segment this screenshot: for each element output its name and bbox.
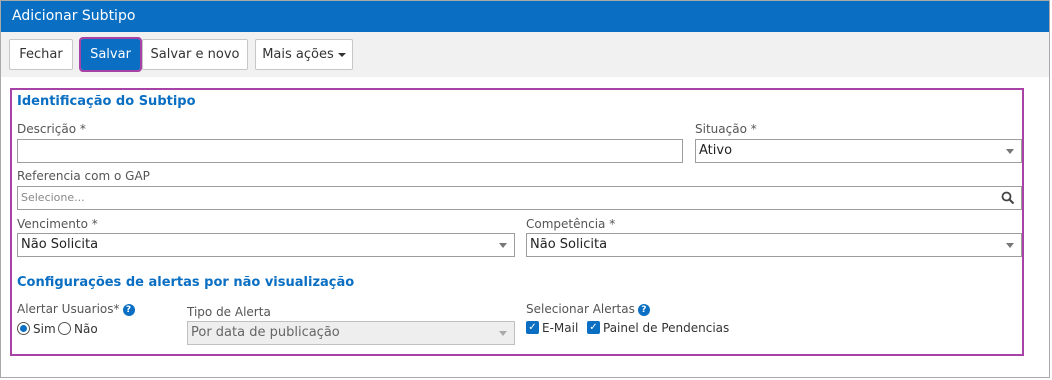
description-label: Descrição * (17, 122, 86, 136)
search-icon[interactable] (1001, 191, 1015, 205)
alert-type-select[interactable]: Por data de publicação (187, 321, 515, 345)
dropdown-arrow-icon (1006, 243, 1014, 248)
dropdown-arrow-icon (1006, 149, 1014, 154)
alert-type-label: Tipo de Alerta (187, 305, 271, 319)
competence-select[interactable]: Não Solicita (526, 233, 1022, 257)
alert-users-no-radio[interactable] (58, 322, 71, 335)
gap-search-input[interactable]: Selecione... (17, 186, 1022, 210)
gap-placeholder: Selecione... (21, 191, 85, 204)
save-button[interactable]: Salvar (79, 37, 142, 72)
alerts-section-title: Configurações de alertas por não visuali… (17, 275, 355, 290)
select-alerts-label: Selecionar Alertas (526, 302, 635, 316)
close-button[interactable]: Fechar (9, 39, 73, 70)
alert-users-label: Alertar Usuarios* (17, 302, 120, 316)
email-label[interactable]: E-Mail (542, 321, 578, 335)
dropdown-arrow-icon (499, 331, 507, 336)
toolbar: Fechar Salvar Salvar e novo Mais ações (1, 32, 1049, 77)
dropdown-arrow-icon (499, 243, 507, 248)
help-icon[interactable]: ? (637, 304, 650, 316)
save-and-new-button[interactable]: Salvar e novo (142, 39, 248, 70)
alert-type-value: Por data de publicação (191, 325, 340, 340)
competence-label: Competência * (526, 217, 616, 231)
select-alerts-label-row: Selecionar Alertas? (526, 302, 650, 316)
situation-value: Ativo (699, 143, 733, 158)
due-select[interactable]: Não Solicita (17, 233, 515, 257)
more-actions-label: Mais ações (262, 47, 334, 62)
due-label: Vencimento * (17, 217, 98, 231)
due-value: Não Solicita (21, 237, 99, 252)
pending-panel-label[interactable]: Painel de Pendencias (603, 321, 729, 335)
email-checkbox[interactable]: ✓ (526, 321, 539, 334)
alert-users-label-row: Alertar Usuarios*? (17, 302, 135, 316)
gap-label: Referencia com o GAP (17, 169, 150, 183)
more-actions-dropdown[interactable]: Mais ações (255, 39, 353, 70)
competence-value: Não Solicita (530, 237, 608, 252)
subtype-form: Identificação do Subtipo Descrição * Sit… (10, 88, 1024, 356)
pending-panel-checkbox[interactable]: ✓ (587, 321, 600, 334)
alert-users-no-label[interactable]: Não (74, 322, 98, 336)
caret-down-icon (337, 52, 346, 57)
alert-users-yes-label[interactable]: Sim (33, 322, 56, 336)
dialog-window: Adicionar Subtipo Fechar Salvar Salvar e… (0, 0, 1050, 378)
identification-section-title: Identificação do Subtipo (17, 94, 196, 109)
situation-label: Situação * (695, 122, 757, 136)
situation-select[interactable]: Ativo (695, 139, 1022, 163)
alert-users-yes-radio[interactable] (17, 322, 30, 335)
dialog-title: Adicionar Subtipo (1, 1, 1049, 32)
description-input[interactable] (17, 139, 683, 163)
help-icon[interactable]: ? (122, 304, 135, 316)
